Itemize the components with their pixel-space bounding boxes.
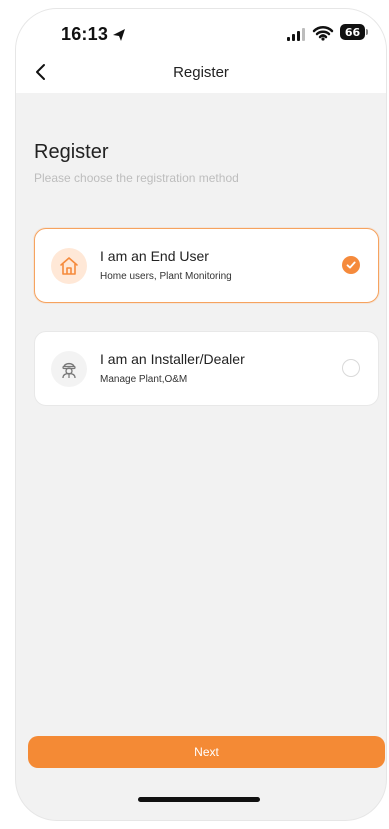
page-title: Register — [34, 141, 109, 163]
end-user-option[interactable]: I am an End User Home users, Plant Monit… — [34, 228, 379, 303]
home-indicator — [138, 797, 260, 802]
location-arrow-icon — [113, 29, 125, 41]
worker-icon — [51, 351, 87, 387]
installer-dealer-title: I am an Installer/Dealer — [100, 351, 245, 367]
installer-dealer-option[interactable]: I am an Installer/Dealer Manage Plant,O&… — [34, 331, 379, 406]
worker-icon-svg — [62, 362, 76, 379]
battery-level: 66 — [340, 24, 365, 40]
home-icon-svg — [60, 257, 78, 275]
installer-dealer-description: Manage Plant,O&M — [100, 374, 188, 385]
battery-icon: 66 — [340, 23, 369, 41]
end-user-description: Home users, Plant Monitoring — [100, 271, 232, 282]
phone-frame: 16:13 66 Register Register Please choose… — [15, 8, 387, 821]
home-icon — [51, 248, 87, 284]
cellular-signal-icon — [287, 28, 305, 41]
registration-content: Register Please choose the registration … — [16, 93, 386, 820]
end-user-title: I am an End User — [100, 248, 209, 264]
status-time: 16:13 — [61, 24, 109, 44]
navigation-bar: Register — [16, 57, 386, 93]
check-icon — [346, 261, 356, 269]
installer-dealer-radio[interactable] — [342, 359, 360, 377]
wifi-icon — [312, 26, 334, 41]
page-subtitle: Please choose the registration method — [34, 171, 239, 185]
end-user-radio[interactable] — [342, 256, 360, 274]
status-bar: 16:13 66 — [16, 9, 386, 57]
battery-tip — [366, 29, 368, 35]
next-button[interactable]: Next — [28, 736, 385, 768]
top-header-area: 16:13 66 Register — [16, 9, 386, 93]
nav-title: Register — [173, 64, 229, 81]
